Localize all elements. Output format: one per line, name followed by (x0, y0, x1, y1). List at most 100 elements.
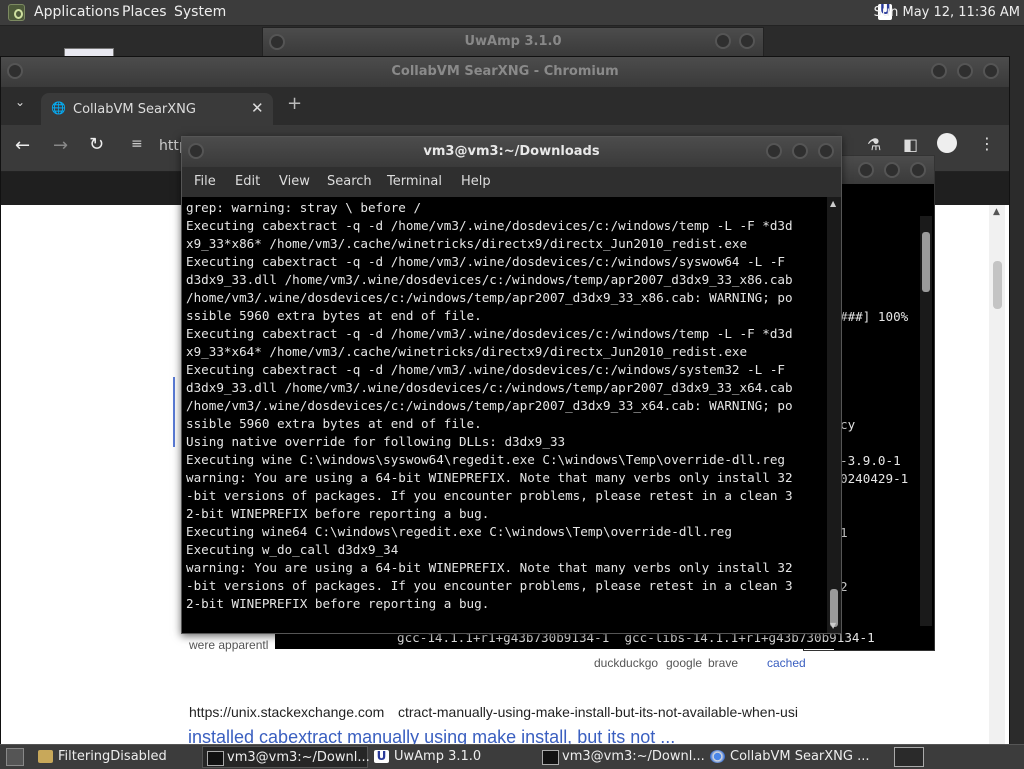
engine-google: google (666, 656, 703, 670)
places-menu[interactable]: Places (122, 0, 167, 25)
terminal-line: x9_33*x86* /home/vm3/.cache/winetricks/d… (186, 236, 748, 251)
minimize-icon[interactable] (884, 162, 900, 178)
scroll-down-icon[interactable]: ▼ (830, 621, 836, 630)
chromium-window-title[interactable]: CollabVM SearXNG - Chromium (1, 57, 1009, 87)
window-menu-icon[interactable] (7, 63, 23, 79)
clock[interactable]: Sun May 12, 11:36 AM (874, 0, 1020, 25)
menu-search[interactable]: Search (327, 167, 372, 197)
side-panel-icon[interactable]: ◧ (903, 135, 918, 154)
maximize-icon[interactable] (983, 63, 999, 79)
result-url-host: https://unix.stackexchange.com (189, 704, 385, 720)
folder-icon (38, 750, 53, 763)
terminal-line: grep: warning: stray \ before / (186, 200, 422, 215)
profile-icon[interactable] (937, 133, 957, 153)
terminal-line: x9_33*x64* /home/vm3/.cache/winetricks/d… (186, 344, 748, 359)
terminal-line: Executing cabextract -q -d /home/vm3/.wi… (186, 218, 793, 233)
tab-strip: ⌄ 🌐 CollabVM SearXNG ✕ + (1, 87, 1009, 125)
taskbar-item-filtering-disabled[interactable]: FilteringDisabled (34, 746, 200, 768)
more-menu-icon[interactable]: ⋮ (979, 134, 995, 153)
uwamp-window-title[interactable]: UwAmp 3.1.0 (263, 28, 763, 56)
applications-menu[interactable]: Applications (34, 0, 120, 25)
site-info-icon[interactable]: ≡ (131, 136, 143, 152)
show-desktop-icon[interactable] (6, 748, 24, 766)
taskbar-item-label: vm3@vm3:~/Downl... (227, 750, 370, 765)
taskbar: FilteringDisabled vm3@vm3:~/Downl... U U… (0, 744, 1024, 769)
result-url-path: ctract-manually-using-make-install-but-i… (398, 704, 798, 720)
terminal-line: Executing w_do_call d3dx9_34 (186, 542, 399, 557)
new-tab-icon[interactable]: + (287, 93, 302, 114)
workspace-switcher[interactable] (894, 747, 924, 767)
maximize-icon[interactable] (739, 33, 755, 49)
tab-search-chevron-icon[interactable]: ⌄ (15, 95, 25, 109)
distro-logo-icon[interactable] (8, 4, 25, 21)
terminal-window[interactable]: vm3@vm3:~/Downloads File Edit View Searc… (181, 136, 842, 634)
reload-icon[interactable]: ↻ (89, 134, 104, 155)
taskbar-item-label: vm3@vm3:~/Downl... (562, 749, 705, 764)
minimize-icon[interactable] (715, 33, 731, 49)
terminal-line: -bit versions of packages. If you encoun… (186, 578, 793, 593)
page-scrollbar[interactable]: ▲ (989, 205, 1005, 747)
system-menu[interactable]: System (174, 0, 226, 25)
back-icon[interactable]: ← (15, 135, 30, 156)
taskbar-item-chromium[interactable]: CollabVM SearXNG ... (706, 746, 882, 768)
minimize-icon[interactable] (957, 63, 973, 79)
cached-link[interactable]: cached (767, 656, 806, 670)
terminal-line: /home/vm3/.wine/dosdevices/c:/windows/te… (186, 290, 793, 305)
terminal-line: d3dx9_33.dll /home/vm3/.wine/dosdevices/… (186, 380, 793, 395)
menu-view[interactable]: View (279, 167, 310, 197)
uwamp-window[interactable]: UwAmp 3.1.0 (262, 27, 764, 59)
shade-icon[interactable] (766, 143, 782, 159)
minimize-icon[interactable] (792, 143, 808, 159)
shade-icon[interactable] (931, 63, 947, 79)
background-terminal-scroll-thumb[interactable] (922, 232, 930, 292)
terminal-line: warning: You are using a 64-bit WINEPREF… (186, 470, 793, 485)
background-terminal-scrollbar[interactable] (920, 216, 932, 648)
terminal-line: Executing cabextract -q -d /home/vm3/.wi… (186, 326, 793, 341)
terminal-fragment: cy (840, 417, 856, 432)
terminal-line: ssible 5960 extra bytes at end of file. (186, 416, 482, 431)
tab-title: CollabVM SearXNG (73, 102, 196, 117)
terminal-line: ssible 5960 extra bytes at end of file. (186, 308, 482, 323)
terminal-line: Executing cabextract -q -d /home/vm3/.wi… (186, 362, 785, 377)
terminal-line: 2-bit WINEPREFIX before reporting a bug. (186, 596, 490, 611)
maximize-icon[interactable] (818, 143, 834, 159)
terminal-scrollbar[interactable]: ▲ ▼ (827, 197, 841, 633)
terminal-lines: grep: warning: stray \ before / Executing… (186, 199, 826, 613)
chromium-icon (710, 750, 725, 763)
terminal-line: -bit versions of packages. If you encoun… (186, 488, 793, 503)
scroll-up-icon[interactable]: ▲ (830, 199, 836, 208)
terminal-line: 2-bit WINEPREFIX before reporting a bug. (186, 506, 490, 521)
result-accent-bar (173, 377, 175, 447)
shade-icon[interactable] (858, 162, 874, 178)
terminal-line: /home/vm3/.wine/dosdevices/c:/windows/te… (186, 398, 793, 413)
scroll-up-icon[interactable]: ▲ (993, 207, 1000, 217)
window-menu-icon[interactable] (188, 143, 204, 159)
engine-brave: brave (708, 656, 739, 670)
forward-icon[interactable]: → (53, 135, 68, 156)
taskbar-item-uwamp[interactable]: U UwAmp 3.1.0 (370, 746, 536, 768)
tab-collabvm-searxng[interactable]: 🌐 CollabVM SearXNG ✕ (41, 93, 273, 125)
taskbar-item-terminal-2[interactable]: vm3@vm3:~/Downl... (538, 746, 705, 768)
taskbar-item-label: UwAmp 3.1.0 (394, 749, 482, 764)
terminal-title[interactable]: vm3@vm3:~/Downloads (182, 137, 841, 167)
window-menu-icon[interactable] (269, 34, 285, 50)
taskbar-item-label: FilteringDisabled (58, 749, 167, 764)
page-scroll-thumb[interactable] (993, 261, 1002, 309)
menu-edit[interactable]: Edit (235, 167, 260, 197)
menu-file[interactable]: File (194, 167, 216, 197)
top-panel: Applications Places System Sun May 12, 1… (0, 0, 1024, 26)
menu-terminal[interactable]: Terminal (387, 167, 442, 197)
globe-icon: 🌐 (51, 101, 66, 115)
maximize-icon[interactable] (910, 162, 926, 178)
taskbar-item-label: CollabVM SearXNG ... (730, 749, 870, 764)
terminal-icon (542, 750, 559, 765)
tab-close-icon[interactable]: ✕ (251, 99, 264, 117)
taskbar-item-terminal-1[interactable]: vm3@vm3:~/Downl... (202, 746, 370, 768)
terminal-fragment: -3.9.0-1 (840, 453, 901, 468)
terminal-output[interactable]: grep: warning: stray \ before / Executing… (182, 197, 827, 633)
terminal-fragment: ###] 100% (840, 309, 909, 324)
terminal-line: d3dx9_33.dll /home/vm3/.wine/dosdevices/… (186, 272, 793, 287)
menu-help[interactable]: Help (461, 167, 491, 197)
terminal-line: Executing cabextract -q -d /home/vm3/.wi… (186, 254, 785, 269)
labs-flask-icon[interactable]: ⚗ (867, 135, 881, 154)
